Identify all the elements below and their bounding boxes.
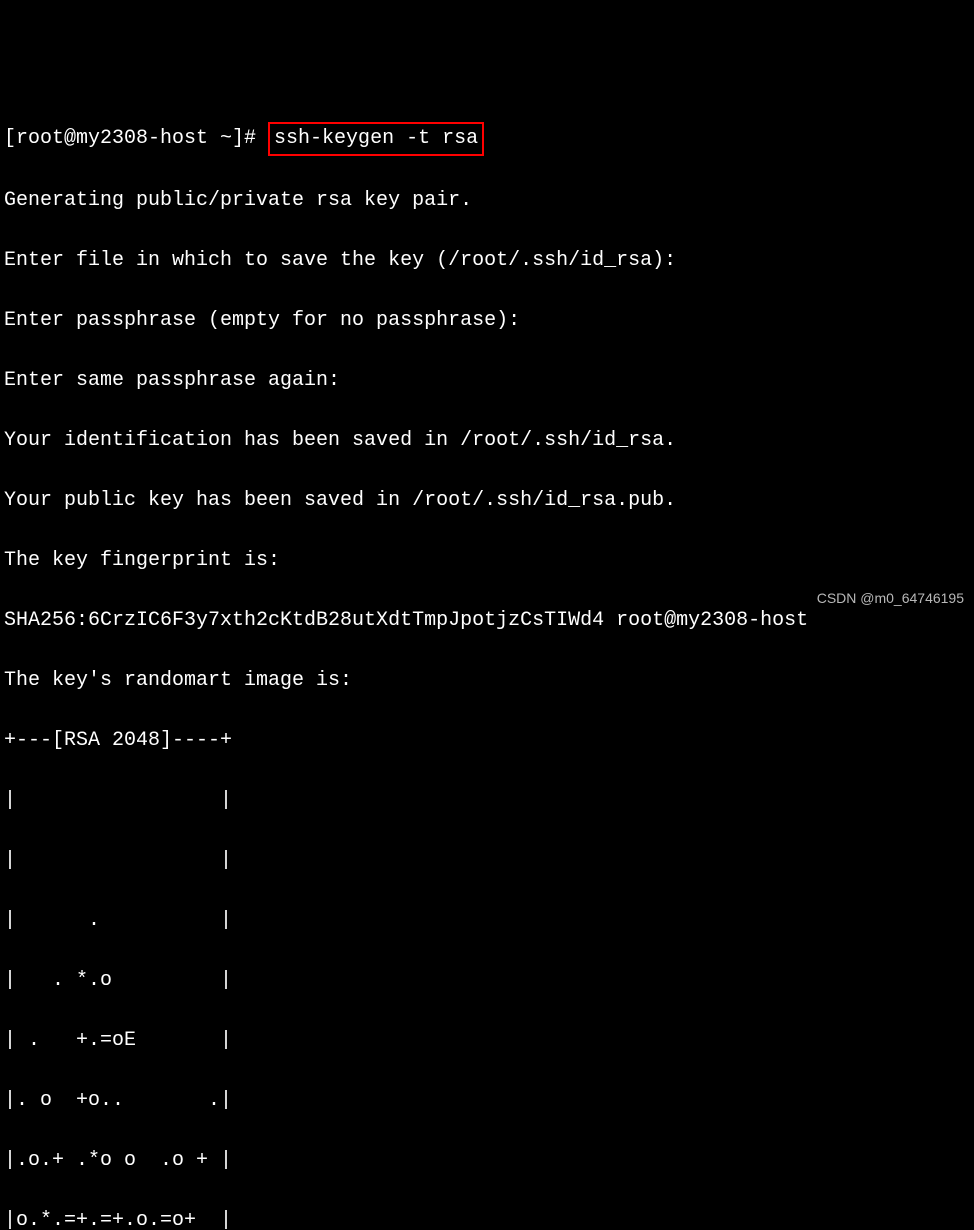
output-line: Your public key has been saved in /root/…	[4, 486, 970, 516]
randomart-line: |.o.+ .*o o .o + |	[4, 1146, 970, 1176]
highlighted-command: ssh-keygen -t rsa	[268, 122, 484, 156]
output-line: Generating public/private rsa key pair.	[4, 186, 970, 216]
randomart-line: | . +.=oE |	[4, 1026, 970, 1056]
watermark-text: CSDN @m0_64746195	[817, 588, 964, 609]
shell-prompt: [root@my2308-host ~]#	[4, 127, 268, 150]
output-line: Enter file in which to save the key (/ro…	[4, 246, 970, 276]
output-line: Enter same passphrase again:	[4, 366, 970, 396]
command-line[interactable]: [root@my2308-host ~]# ssh-keygen -t rsa	[4, 122, 970, 156]
output-line: SHA256:6CrzIC6F3y7xth2cKtdB28utXdtTmpJpo…	[4, 606, 970, 636]
output-line: The key fingerprint is:	[4, 546, 970, 576]
randomart-line: +---[RSA 2048]----+	[4, 726, 970, 756]
randomart-line: |. o +o.. .|	[4, 1086, 970, 1116]
output-line: Your identification has been saved in /r…	[4, 426, 970, 456]
randomart-line: | . |	[4, 906, 970, 936]
output-line: The key's randomart image is:	[4, 666, 970, 696]
output-line: Enter passphrase (empty for no passphras…	[4, 306, 970, 336]
randomart-line: | |	[4, 846, 970, 876]
randomart-line: |o.*.=+.=+.o.=o+ |	[4, 1206, 970, 1230]
randomart-line: | . *.o |	[4, 966, 970, 996]
randomart-line: | |	[4, 786, 970, 816]
